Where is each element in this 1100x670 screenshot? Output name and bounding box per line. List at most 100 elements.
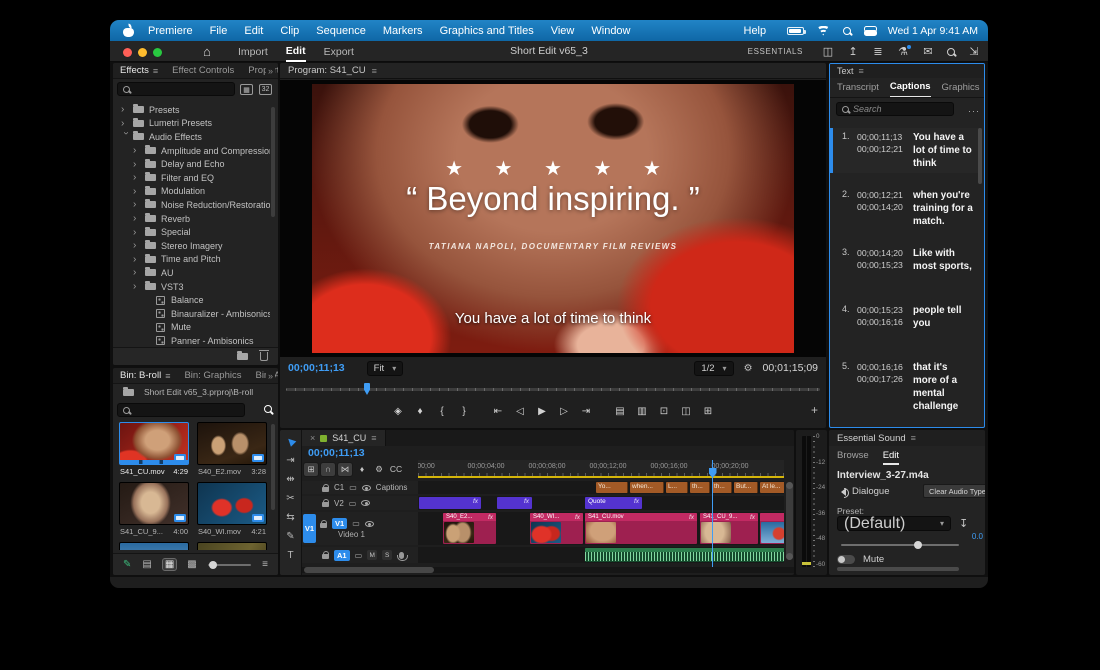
fx-badge[interactable]: fx	[488, 514, 493, 521]
disclosure-icon[interactable]: ›	[133, 267, 143, 278]
scrollbar[interactable]	[271, 424, 275, 510]
ripple-edit-tool[interactable]: ⇹	[286, 474, 294, 485]
caption-text[interactable]: when you're training for a match.	[913, 189, 974, 228]
panel-menu-icon[interactable]: ≡	[371, 433, 376, 443]
clip-thumbnail[interactable]	[119, 542, 189, 550]
effects-tree-item[interactable]: Panner - Ambisonics	[113, 334, 270, 346]
clip-thumbnail[interactable]	[197, 542, 267, 550]
panel-menu-icon[interactable]: ≡	[859, 66, 864, 76]
home-icon[interactable]: ⌂	[203, 44, 211, 59]
menu-item-help[interactable]: Help	[744, 25, 767, 37]
volume-slider[interactable]	[841, 541, 959, 549]
playhead-timecode[interactable]: 00;00;11;13	[288, 362, 345, 374]
audio-type-label[interactable]: Dialogue	[852, 486, 890, 497]
effects-tree-item[interactable]: › Time and Pitch	[113, 253, 270, 267]
disclosure-icon[interactable]: ›	[133, 159, 143, 170]
beta-features-icon[interactable]: ⚗	[897, 44, 911, 59]
go-to-out-icon[interactable]: ⇥	[580, 406, 593, 417]
time-ruler[interactable]: ;00;00 00;00;04;00 00;00;08;00 00;00;12;00 0…	[418, 460, 784, 478]
track-output-icon[interactable]	[364, 520, 374, 527]
track-display-icon[interactable]: ▭	[349, 483, 357, 492]
header-nav-item[interactable]: Edit	[285, 42, 306, 62]
track-channel[interactable]: C1	[334, 483, 344, 492]
workspace-label[interactable]: ESSENTIALS	[748, 47, 803, 56]
feedback-icon[interactable]: ✉	[922, 45, 934, 59]
panel-menu-icon[interactable]: ≡	[911, 433, 916, 443]
step-back-icon[interactable]: ◁	[514, 406, 527, 417]
clear-audio-type-button[interactable]: Clear Audio Type	[923, 484, 985, 498]
effects-tree-item[interactable]: › Filter and EQ	[113, 171, 270, 185]
bin-clip[interactable]: S41_CU.mov 4:29	[119, 422, 189, 476]
export-frame-icon[interactable]: ⊡	[658, 406, 671, 417]
effects-tree-item[interactable]: Balance	[113, 293, 270, 307]
caption-clip[interactable]: when...	[630, 482, 664, 493]
caption-row[interactable]: 3. 00;00;14;20 00;00;15;23 Like with mos…	[830, 244, 982, 288]
source-patch-v1[interactable]: V1	[303, 514, 316, 543]
graphic-clip[interactable]: fx	[497, 497, 532, 509]
clip-thumbnail[interactable]	[197, 482, 267, 525]
track-output-icon[interactable]	[361, 484, 371, 491]
captions-display-icon[interactable]: CC	[389, 463, 403, 476]
text-panel-tab[interactable]: Transcript	[837, 78, 879, 97]
caption-row[interactable]: 2. 00;00;12;21 00;00;14;20 when you're t…	[830, 186, 982, 231]
track-display-icon[interactable]: ▭	[355, 551, 363, 560]
video-frame[interactable]: ★ ★ ★ ★ ★ “ Beyond inspiring. ” TATIANA …	[312, 84, 794, 353]
effects-search-input[interactable]	[117, 82, 235, 96]
lift-icon[interactable]: ▤	[614, 406, 627, 417]
menu-item[interactable]: Edit	[244, 25, 263, 37]
effects-tree-item[interactable]: › AU	[113, 266, 270, 280]
effects-tree-item[interactable]: › Amplitude and Compression	[113, 144, 270, 158]
panel-title[interactable]: Essential Sound	[837, 433, 906, 444]
menu-item[interactable]: Clip	[280, 25, 299, 37]
caption-clip[interactable]: Yo...	[596, 482, 628, 493]
track-channel[interactable]: V2	[334, 499, 344, 508]
effects-tree-item[interactable]: › Noise Reduction/Restoration	[113, 198, 270, 212]
playback-resolution-dropdown[interactable]: 1/2 ▾	[694, 360, 734, 376]
menu-item[interactable]: File	[210, 25, 228, 37]
disclosure-icon[interactable]: ›	[133, 240, 143, 251]
tab-overflow-icon[interactable]: »	[265, 371, 275, 381]
clip-scrub-bar[interactable]	[120, 460, 188, 464]
header-nav-item[interactable]: Import	[238, 43, 268, 61]
caption-row[interactable]: 1. 00;00;11;13 00;00;12;21 You have a lo…	[830, 128, 982, 173]
fx-badge[interactable]: fx	[750, 514, 755, 521]
bin-search-input[interactable]	[117, 403, 245, 417]
mark-out-icon[interactable]: }	[458, 406, 471, 417]
menubar-clock[interactable]: Wed 1 Apr 9:41 AM	[888, 25, 978, 37]
mark-in-icon[interactable]: {	[436, 406, 449, 417]
add-marker-icon[interactable]: ◈	[392, 406, 405, 417]
button-editor-icon[interactable]: +	[811, 403, 818, 417]
program-scrubber[interactable]	[280, 381, 826, 397]
caption-text[interactable]: that it's more of a mental challenge	[913, 361, 974, 413]
find-icon[interactable]	[264, 405, 272, 413]
clip-thumbnail[interactable]	[197, 422, 267, 465]
video-clip[interactable]: S41_CU_9... fx	[700, 513, 758, 544]
essential-sound-tab[interactable]: Browse	[837, 450, 869, 465]
accelerated-effects-icon[interactable]: ▦	[240, 84, 253, 95]
panel-menu-icon[interactable]: ≡	[153, 66, 158, 76]
panel-tab[interactable]: Bin: Graphics≡	[184, 370, 241, 381]
text-panel-tab[interactable]: Captions	[889, 78, 931, 97]
panel-title[interactable]: Program: S41_CU	[288, 65, 366, 76]
effects-tree-item[interactable]: › Modulation	[113, 185, 270, 199]
mute-toggle[interactable]	[837, 555, 855, 564]
step-forward-icon[interactable]: ▷	[558, 406, 571, 417]
marker-icon[interactable]: ♦	[414, 406, 427, 417]
go-to-in-icon[interactable]: ⇤	[492, 406, 505, 417]
monitor-settings-icon[interactable]: ⚙	[744, 363, 753, 374]
scrollbar[interactable]	[978, 128, 982, 184]
mute-track-button[interactable]: M	[367, 550, 378, 560]
graphic-clip[interactable]: fx	[419, 497, 481, 509]
bin-clip[interactable]	[197, 542, 267, 550]
bin-clip[interactable]: S41_CU_9... 4:00	[119, 482, 189, 536]
fx-badge[interactable]: fx	[634, 498, 639, 505]
effects-tree-item[interactable]: › VST3	[113, 280, 270, 294]
disclosure-icon[interactable]: ›	[133, 254, 143, 265]
effects-tree-item[interactable]: › Lumetri Presets	[113, 117, 270, 131]
disclosure-icon[interactable]: ›	[133, 227, 143, 238]
disclosure-icon[interactable]: ›	[133, 145, 143, 156]
timeline-playhead[interactable]	[712, 460, 713, 567]
panel-tab[interactable]: Effect Controls≡	[172, 65, 234, 76]
wrench-icon[interactable]: ⚙	[372, 463, 386, 476]
caption-clip[interactable]: But...	[734, 482, 758, 493]
